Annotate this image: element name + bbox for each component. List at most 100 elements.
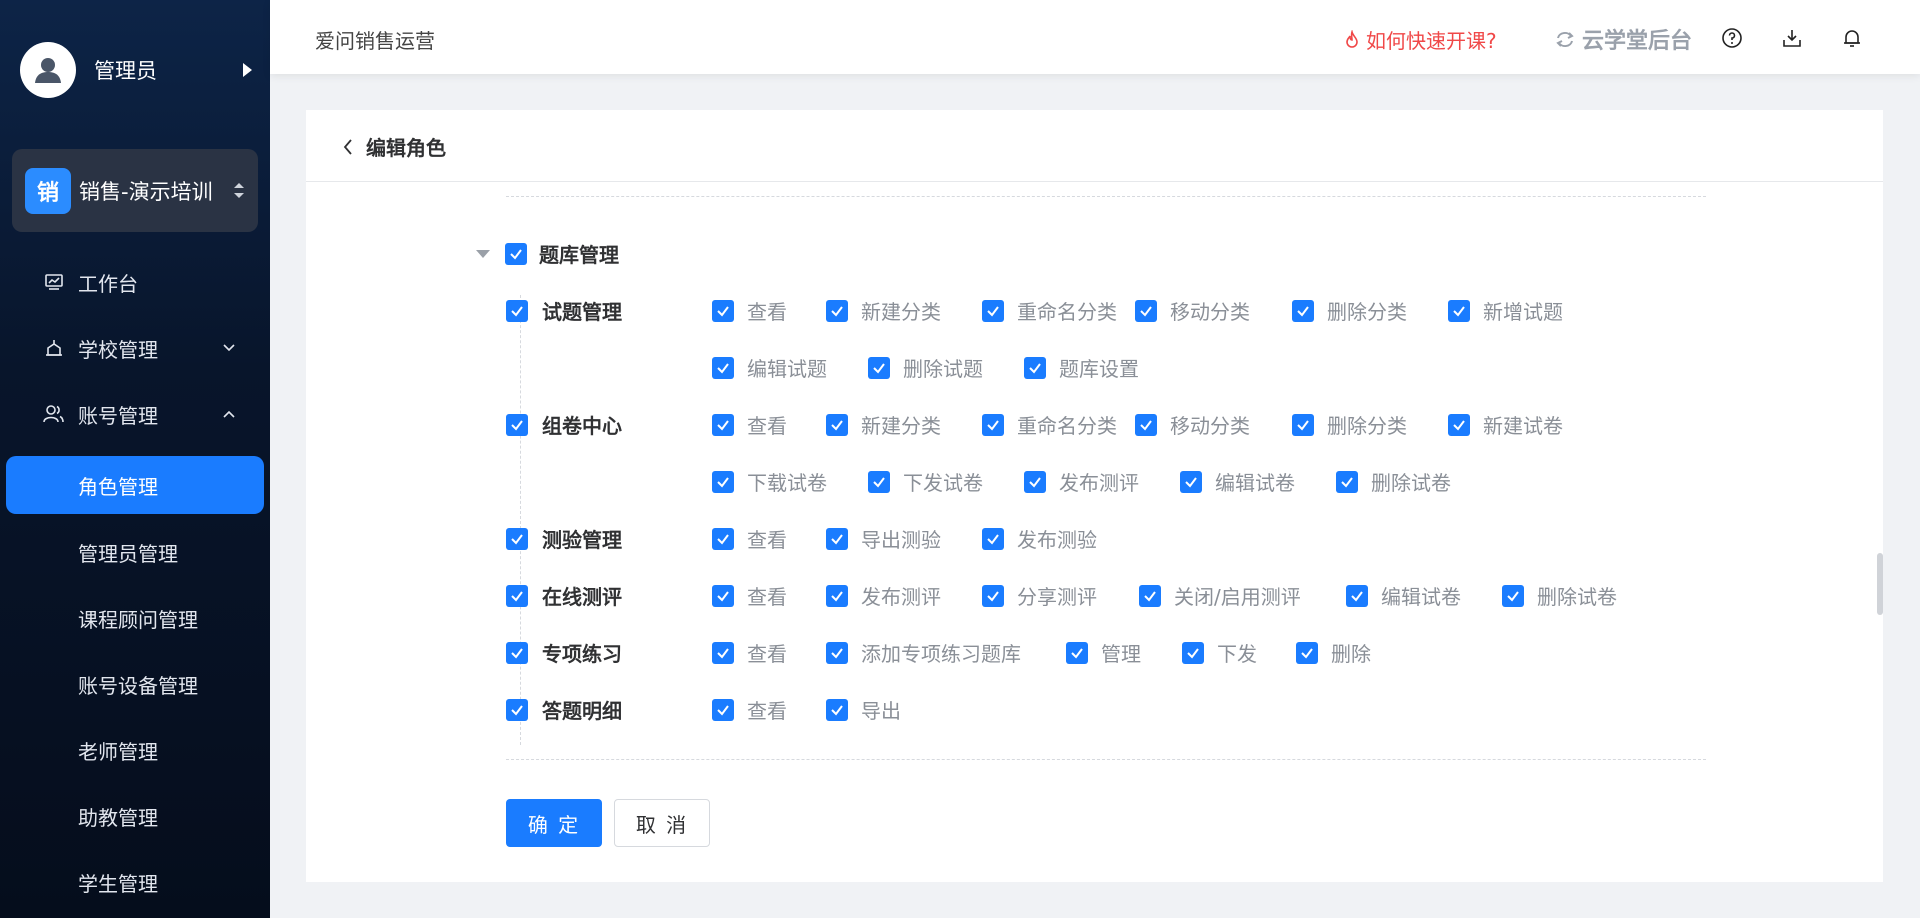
permission-option[interactable]: 删除试题 xyxy=(868,353,983,382)
help-icon[interactable] xyxy=(1720,26,1744,50)
permission-option[interactable]: 查看 xyxy=(712,638,787,667)
permission-option[interactable]: 删除分类 xyxy=(1292,410,1407,439)
download-icon[interactable] xyxy=(1780,26,1804,50)
permission-option[interactable]: 删除试卷 xyxy=(1336,467,1451,496)
checkbox[interactable] xyxy=(982,584,1004,607)
checkbox[interactable] xyxy=(826,641,848,664)
checkbox[interactable] xyxy=(1180,470,1202,493)
checkbox[interactable] xyxy=(868,356,890,379)
checkbox[interactable] xyxy=(712,299,734,322)
checkbox[interactable] xyxy=(826,527,848,550)
permission-option[interactable]: 编辑试题 xyxy=(712,353,827,382)
permission-option[interactable]: 分享测评 xyxy=(982,581,1097,610)
bell-icon[interactable] xyxy=(1840,26,1864,50)
sidebar-item-assistants[interactable]: 助教管理 xyxy=(0,787,270,845)
permission-option[interactable]: 查看 xyxy=(712,695,787,724)
cancel-button[interactable]: 取 消 xyxy=(614,799,710,847)
sidebar-item-roles[interactable]: 角色管理 xyxy=(6,456,264,514)
checkbox[interactable] xyxy=(982,413,1004,436)
permission-option[interactable]: 下发试卷 xyxy=(868,467,983,496)
sidebar-item-school[interactable]: 学校管理 xyxy=(0,319,270,377)
permission-option[interactable]: 题库设置 xyxy=(1024,353,1139,382)
permission-option[interactable]: 关闭/启用测评 xyxy=(1139,581,1301,610)
permission-option[interactable]: 导出测验 xyxy=(826,524,941,553)
permission-option[interactable]: 查看 xyxy=(712,410,787,439)
permission-option[interactable]: 新增试题 xyxy=(1448,296,1563,325)
sidebar-item-devices[interactable]: 账号设备管理 xyxy=(0,655,270,713)
permission-option[interactable]: 下发 xyxy=(1182,638,1257,667)
sidebar-item-teachers[interactable]: 老师管理 xyxy=(0,721,270,779)
permission-option[interactable]: 查看 xyxy=(712,581,787,610)
permission-option[interactable]: 导出 xyxy=(826,695,901,724)
quick-start-link[interactable]: 如何快速开课? xyxy=(1344,25,1497,54)
checkbox[interactable] xyxy=(712,413,734,436)
permission-option[interactable]: 下载试卷 xyxy=(712,467,827,496)
cloud-backend-link[interactable]: 云学堂后台 xyxy=(1554,23,1692,55)
checkbox[interactable] xyxy=(868,470,890,493)
checkbox[interactable] xyxy=(1448,413,1470,436)
checkbox[interactable] xyxy=(1182,641,1204,664)
checkbox[interactable] xyxy=(1066,641,1088,664)
org-switcher[interactable]: 销 销售-演示培训 xyxy=(12,149,258,232)
checkbox[interactable] xyxy=(1346,584,1368,607)
checkbox[interactable] xyxy=(712,527,734,550)
sidebar-item-advisors[interactable]: 课程顾问管理 xyxy=(0,589,270,647)
permission-option[interactable]: 新建分类 xyxy=(826,296,941,325)
back-button[interactable]: 编辑角色 xyxy=(342,132,446,161)
permission-option[interactable]: 新建分类 xyxy=(826,410,941,439)
permission-option[interactable]: 移动分类 xyxy=(1135,296,1250,325)
permission-option[interactable]: 重命名分类 xyxy=(982,296,1117,325)
checkbox[interactable] xyxy=(1336,470,1358,493)
sidebar-item-account[interactable]: 账号管理 xyxy=(0,385,270,443)
checkbox[interactable] xyxy=(1139,584,1161,607)
checkbox[interactable] xyxy=(506,584,528,607)
permission-option[interactable]: 重命名分类 xyxy=(982,410,1117,439)
permission-option[interactable]: 删除 xyxy=(1296,638,1371,667)
permission-option[interactable]: 编辑试卷 xyxy=(1180,467,1295,496)
checkbox[interactable] xyxy=(1135,299,1157,322)
checkbox[interactable] xyxy=(712,356,734,379)
checkbox[interactable] xyxy=(1024,470,1046,493)
checkbox[interactable] xyxy=(1292,413,1314,436)
checkbox[interactable] xyxy=(712,698,734,721)
checkbox[interactable] xyxy=(1292,299,1314,322)
checkbox[interactable] xyxy=(826,698,848,721)
checkbox[interactable] xyxy=(506,641,528,664)
checkbox[interactable] xyxy=(1135,413,1157,436)
permission-option[interactable]: 编辑试卷 xyxy=(1346,581,1461,610)
sidebar-item-students[interactable]: 学生管理 xyxy=(0,853,270,911)
confirm-button[interactable]: 确 定 xyxy=(506,799,602,847)
permission-option[interactable]: 添加专项练习题库 xyxy=(826,638,1021,667)
permission-option[interactable]: 发布测验 xyxy=(982,524,1097,553)
sidebar-item-admins[interactable]: 管理员管理 xyxy=(0,523,270,581)
checkbox[interactable] xyxy=(1502,584,1524,607)
checkbox[interactable] xyxy=(826,299,848,322)
user-menu[interactable]: 管理员 xyxy=(20,42,260,98)
checkbox[interactable] xyxy=(826,413,848,436)
scrollbar[interactable] xyxy=(1877,553,1883,615)
checkbox[interactable] xyxy=(506,698,528,721)
sidebar-item-workbench[interactable]: 工作台 xyxy=(0,253,270,311)
checkbox[interactable] xyxy=(1296,641,1318,664)
caret-down-icon[interactable] xyxy=(476,249,490,258)
permission-option[interactable]: 查看 xyxy=(712,296,787,325)
checkbox[interactable] xyxy=(506,299,528,322)
permission-option[interactable]: 删除分类 xyxy=(1292,296,1407,325)
permission-option[interactable]: 查看 xyxy=(712,524,787,553)
checkbox[interactable] xyxy=(826,584,848,607)
checkbox[interactable] xyxy=(506,413,528,436)
checkbox[interactable] xyxy=(982,527,1004,550)
checkbox[interactable] xyxy=(506,527,528,550)
permission-option[interactable]: 移动分类 xyxy=(1135,410,1250,439)
permission-option[interactable]: 发布测评 xyxy=(1024,467,1139,496)
permission-option[interactable]: 管理 xyxy=(1066,638,1141,667)
permission-option[interactable]: 删除试卷 xyxy=(1502,581,1617,610)
checkbox[interactable] xyxy=(712,584,734,607)
checkbox[interactable] xyxy=(1024,356,1046,379)
checkbox[interactable] xyxy=(712,470,734,493)
permission-option[interactable]: 发布测评 xyxy=(826,581,941,610)
checkbox[interactable] xyxy=(1448,299,1470,322)
checkbox[interactable] xyxy=(712,641,734,664)
checkbox[interactable] xyxy=(982,299,1004,322)
checkbox[interactable] xyxy=(505,242,527,265)
